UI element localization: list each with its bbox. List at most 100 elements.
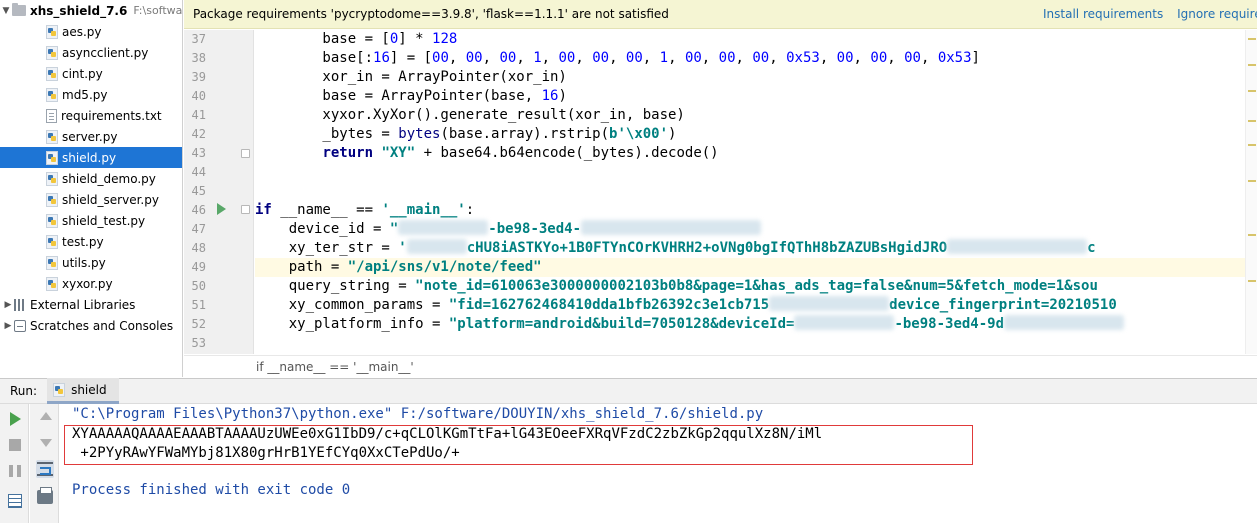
external-libraries-item[interactable]: ▶ External Libraries xyxy=(0,294,182,315)
file-label: server.py xyxy=(62,129,118,144)
code-line-41: xyxor.XyXor().generate_result(xor_in, ba… xyxy=(255,107,685,123)
fold-marker-icon[interactable] xyxy=(241,205,250,214)
file-item-aes[interactable]: aes.py xyxy=(0,21,182,42)
file-item-utils[interactable]: utils.py xyxy=(0,252,182,273)
stop-button[interactable] xyxy=(6,436,24,454)
file-item-shield[interactable]: shield.py xyxy=(0,147,182,168)
code-line-50: query_string = "note_id=610063e300000000… xyxy=(255,278,1098,294)
layout-icon xyxy=(8,494,22,508)
breadcrumb-item[interactable]: if __name__ == '__main__' xyxy=(256,360,414,374)
code-line-51: xy_common_params = "fid=162762468410dda1… xyxy=(255,296,1117,313)
warning-marker[interactable] xyxy=(1248,280,1256,282)
pause-button[interactable] xyxy=(6,462,24,480)
console-exit-message: Process finished with exit code 0 xyxy=(72,482,351,498)
rerun-button[interactable] xyxy=(6,410,24,428)
line-number: 46 xyxy=(191,203,206,217)
external-libraries-label: External Libraries xyxy=(30,297,136,312)
code-line-52: xy_platform_info = "platform=android&bui… xyxy=(255,315,1257,334)
file-label: shield.py xyxy=(62,150,117,165)
console-command: "C:\Program Files\Python37\python.exe" F… xyxy=(72,406,764,422)
python-file-icon xyxy=(46,213,58,228)
line-number: 42 xyxy=(191,127,206,141)
warning-marker[interactable] xyxy=(1248,180,1256,182)
redacted-region xyxy=(947,239,1088,254)
ignore-requirements-link[interactable]: Ignore requiren xyxy=(1177,7,1257,21)
scratch-icon xyxy=(14,319,26,332)
print-icon xyxy=(37,487,53,504)
file-item-md5[interactable]: md5.py xyxy=(0,84,182,105)
file-item-asyncclient[interactable]: asyncclient.py xyxy=(0,42,182,63)
python-file-icon xyxy=(46,24,58,39)
warning-marker[interactable] xyxy=(1248,90,1256,92)
warning-marker[interactable] xyxy=(1248,234,1256,236)
console-output-line: XYAAAAAQAAAAEAAABTAAAAUzUWEe0xG1IbD9/c+q… xyxy=(72,426,823,442)
run-gutter-icon[interactable] xyxy=(217,203,226,215)
line-number: 49 xyxy=(191,260,206,274)
line-number: 40 xyxy=(191,89,206,103)
warning-marker[interactable] xyxy=(1248,144,1256,146)
file-item-shield-test[interactable]: shield_test.py xyxy=(0,210,182,231)
console-output-line: +2PYyRAwYFWaMYbj81X80grHrB1YEfCYq0XxCTeP… xyxy=(72,445,460,461)
breadcrumb[interactable]: if __name__ == '__main__' xyxy=(184,355,1257,377)
chevron-right-icon[interactable]: ▶ xyxy=(2,321,14,331)
project-root-name: xhs_shield_7.6 xyxy=(30,3,128,18)
fold-marker-icon[interactable] xyxy=(241,149,250,158)
project-root-path: F:\softwa xyxy=(133,4,183,17)
notification-message: Package requirements 'pycryptodome==3.9.… xyxy=(193,7,669,21)
code-editor[interactable]: 37 38 39 40 41 42 43 44 45 46 47 48 49 5… xyxy=(184,30,1257,354)
file-item-xyxor[interactable]: xyxor.py xyxy=(0,273,182,294)
warning-marker[interactable] xyxy=(1248,120,1256,122)
folder-icon xyxy=(12,3,26,16)
code-line-46: if __name__ == '__main__': xyxy=(255,202,475,218)
file-label: requirements.txt xyxy=(61,108,162,123)
line-number: 44 xyxy=(191,165,206,179)
file-item-shield-demo[interactable]: shield_demo.py xyxy=(0,168,182,189)
redacted-region xyxy=(581,220,762,235)
warning-marker[interactable] xyxy=(1248,38,1256,40)
editor-scrollbar[interactable] xyxy=(1245,30,1257,354)
print-button[interactable] xyxy=(36,487,54,506)
file-label: aes.py xyxy=(62,24,102,39)
file-item-server[interactable]: server.py xyxy=(0,126,182,147)
warning-marker[interactable] xyxy=(1248,64,1256,66)
code-line-49: path = "/api/sns/v1/note/feed" xyxy=(255,258,1257,277)
file-item-requirements[interactable]: requirements.txt xyxy=(0,105,182,126)
run-tool-window-header: Run: shield xyxy=(0,378,1257,404)
scroll-up-button[interactable] xyxy=(36,408,54,426)
file-label: test.py xyxy=(62,234,104,249)
scroll-down-button[interactable] xyxy=(36,434,54,452)
editor-gutter: 37 38 39 40 41 42 43 44 45 46 47 48 49 5… xyxy=(184,30,254,354)
run-tab-shield[interactable]: shield xyxy=(47,378,119,404)
file-item-test[interactable]: test.py xyxy=(0,231,182,252)
python-file-icon xyxy=(46,45,58,60)
line-number: 47 xyxy=(191,222,206,236)
project-tool-window: ▼ xhs_shield_7.6 F:\softwa aes.py asyncc… xyxy=(0,0,183,377)
python-file-icon xyxy=(53,382,66,397)
scratches-label: Scratches and Consoles xyxy=(30,318,174,333)
file-item-shield-server[interactable]: shield_server.py xyxy=(0,189,182,210)
redacted-region xyxy=(398,220,489,235)
python-file-icon xyxy=(46,276,58,291)
project-root[interactable]: ▼ xhs_shield_7.6 F:\softwa xyxy=(0,0,183,21)
file-label: md5.py xyxy=(62,87,108,102)
file-item-cint[interactable]: cint.py xyxy=(0,63,182,84)
soft-wrap-button[interactable] xyxy=(36,460,54,478)
install-requirements-link[interactable]: Install requirements xyxy=(1043,7,1163,21)
run-console[interactable]: "C:\Program Files\Python37\python.exe" F… xyxy=(0,404,1257,523)
code-line-48: xy_ter_str = ' cHU8iASTKYo+1B0FTYnCOrKVHR… xyxy=(255,239,1096,256)
console-toolbar xyxy=(30,404,59,523)
line-number: 43 xyxy=(191,146,206,160)
line-number: 38 xyxy=(191,51,206,65)
chevron-down-icon[interactable]: ▼ xyxy=(0,6,12,16)
python-file-icon xyxy=(46,255,58,270)
line-number: 39 xyxy=(191,70,206,84)
redacted-region xyxy=(406,239,467,254)
line-number: 41 xyxy=(191,108,206,122)
file-label: asyncclient.py xyxy=(62,45,149,60)
line-number: 53 xyxy=(191,336,206,350)
scratches-item[interactable]: ▶ Scratches and Consoles xyxy=(0,315,182,336)
line-number: 50 xyxy=(191,279,206,293)
layout-button[interactable] xyxy=(6,492,24,510)
chevron-right-icon[interactable]: ▶ xyxy=(2,300,14,310)
stop-icon xyxy=(9,439,21,451)
